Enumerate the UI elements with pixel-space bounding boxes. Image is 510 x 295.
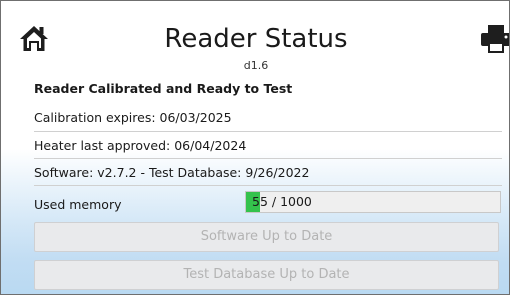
software-version-text: Software: v2.7.2 - Test Database: 9/26/2… [34, 165, 310, 180]
print-button[interactable] [479, 23, 509, 55]
heater-approved-text: Heater last approved: 06/04/2024 [34, 138, 247, 153]
divider [34, 131, 502, 132]
used-memory-bar: 55 / 1000 [245, 191, 501, 213]
printer-icon [481, 25, 509, 53]
calibration-status-text: Reader Calibrated and Ready to Test [34, 81, 293, 96]
used-memory-value: 55 / 1000 [252, 194, 312, 209]
divider [34, 185, 502, 186]
software-update-button[interactable]: Software Up to Date [34, 222, 499, 252]
calibration-expiry-text: Calibration expires: 06/03/2025 [34, 110, 232, 125]
page-title: Reader Status [164, 24, 348, 54]
divider [34, 158, 502, 159]
reader-status-screen: Reader Status d1.6 Reader Calibrated and… [0, 0, 510, 295]
test-database-update-button[interactable]: Test Database Up to Date [34, 260, 499, 290]
version-label: d1.6 [243, 59, 269, 72]
used-memory-label: Used memory [34, 197, 122, 212]
